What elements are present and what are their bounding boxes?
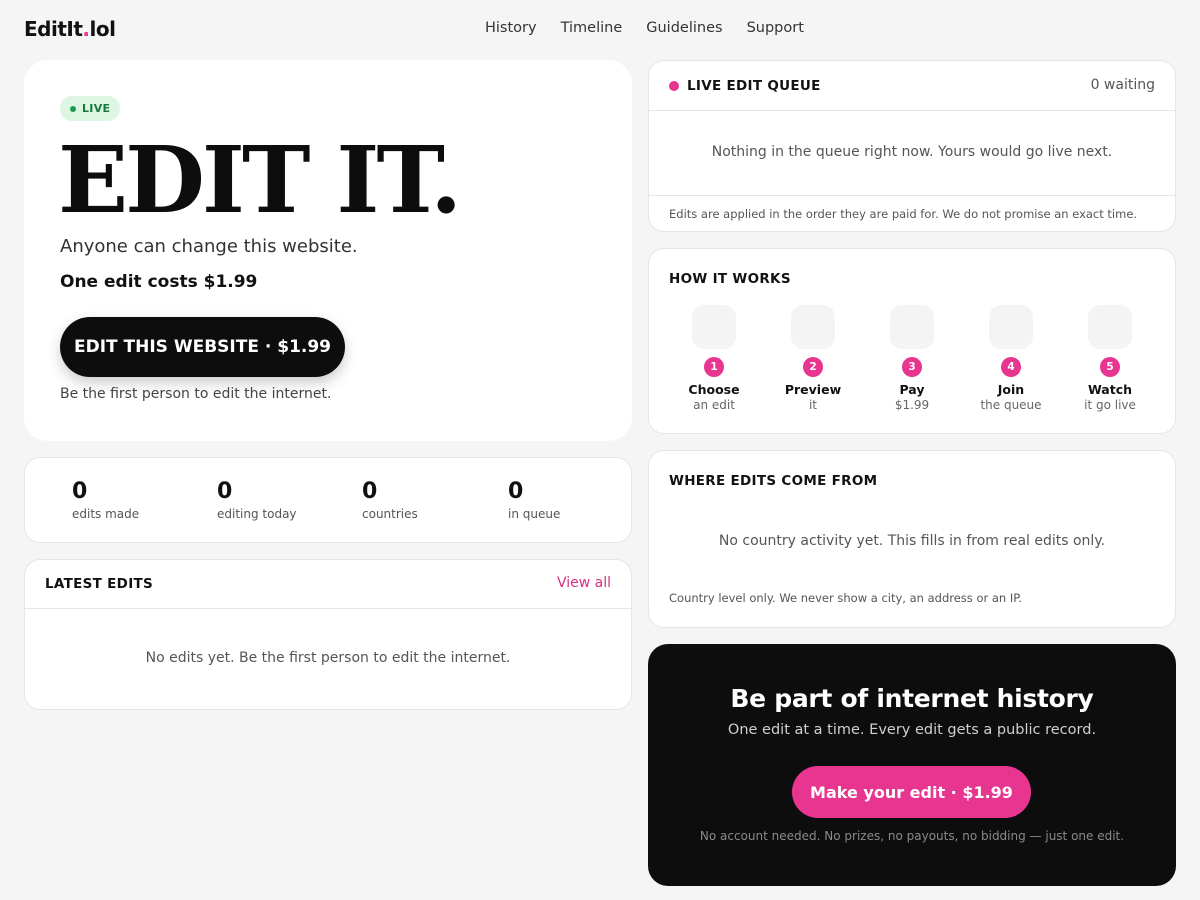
- how-it-works-title: HOW IT WORKS: [669, 271, 791, 287]
- step-subtitle: it: [808, 398, 818, 412]
- nav-support-link[interactable]: Support: [747, 20, 804, 36]
- stat-editing-today: 0 editing today: [217, 478, 297, 521]
- stat-value: 0: [508, 479, 524, 504]
- hero-subtitle: Anyone can change this website.: [60, 236, 358, 257]
- stat-label: countries: [362, 507, 418, 521]
- step-subtitle: an edit: [693, 398, 735, 412]
- hero-card: LIVE EDIT IT. Anyone can change this web…: [24, 60, 632, 441]
- stat-countries: 0 countries: [362, 478, 418, 521]
- step-title: Watch: [1087, 382, 1133, 397]
- where-edits-come-from-card: WHERE EDITS COME FROM No country activit…: [648, 450, 1176, 628]
- hero-price: One edit costs $1.99: [60, 272, 258, 292]
- stat-label: edits made: [72, 507, 140, 521]
- stat-value: 0: [217, 479, 233, 504]
- cta-title: Be part of internet history: [730, 684, 1094, 713]
- stat-label: editing today: [217, 507, 297, 521]
- site-logo[interactable]: EditIt.lol: [24, 17, 116, 41]
- step-join: 4 Join the queue: [961, 305, 1061, 412]
- top-header: EditIt.lol History Timeline Guidelines S…: [0, 0, 1200, 60]
- where-edits-title: WHERE EDITS COME FROM: [669, 473, 878, 489]
- step-number: 4: [1001, 357, 1021, 377]
- step-title: Join: [997, 382, 1025, 397]
- step-icon-placeholder: [1088, 305, 1132, 349]
- cta-footer-note: No account needed. No prizes, no payouts…: [699, 829, 1125, 843]
- latest-edits-empty-message: No edits yet. Be the first person to edi…: [145, 650, 511, 666]
- step-number: 3: [902, 357, 922, 377]
- cta-card: Be part of internet history One edit at …: [648, 644, 1176, 886]
- live-dot-icon: [70, 105, 76, 112]
- step-preview: 2 Preview it: [763, 305, 863, 412]
- logo-name: EditIt: [24, 17, 83, 41]
- step-choose: 1 Choose an edit: [664, 305, 764, 412]
- make-your-edit-button[interactable]: Make your edit · $1.99: [792, 766, 1031, 818]
- step-icon-placeholder: [890, 305, 934, 349]
- step-pay: 3 Pay $1.99: [862, 305, 962, 412]
- step-subtitle: it go live: [1084, 398, 1136, 412]
- queue-empty-message: Nothing in the queue right now. Yours wo…: [711, 144, 1113, 160]
- stat-edits-made: 0 edits made: [72, 478, 139, 521]
- queue-waiting-count: 0 waiting: [1090, 77, 1155, 93]
- hero-note: Be the first person to edit the internet…: [60, 386, 332, 402]
- queue-footer-note: Edits are applied in the order they are …: [669, 207, 1138, 221]
- edit-website-button[interactable]: EDIT THIS WEBSITE · $1.99: [60, 317, 345, 377]
- latest-edits-card: LATEST EDITS View all No edits yet. Be t…: [24, 559, 632, 710]
- where-footer-note: Country level only. We never show a city…: [669, 591, 1023, 605]
- step-title: Preview: [784, 382, 842, 397]
- live-indicator-icon: [669, 81, 679, 91]
- step-subtitle: $1.99: [894, 398, 930, 412]
- step-icon-placeholder: [989, 305, 1033, 349]
- country-activity-empty-message: No country activity yet. This fills in f…: [718, 533, 1106, 549]
- step-number: 2: [803, 357, 823, 377]
- step-icon-placeholder: [692, 305, 736, 349]
- queue-title: LIVE EDIT QUEUE: [687, 78, 821, 94]
- view-all-link[interactable]: View all: [557, 575, 611, 591]
- nav-history-link[interactable]: History: [485, 20, 537, 36]
- step-title: Pay: [899, 382, 925, 397]
- logo-tld: lol: [89, 17, 116, 41]
- step-subtitle: the queue: [980, 398, 1042, 412]
- stat-in-queue: 0 in queue: [508, 478, 560, 521]
- live-badge: LIVE: [60, 96, 121, 121]
- latest-edits-title: LATEST EDITS: [45, 576, 154, 592]
- stat-value: 0: [362, 479, 378, 504]
- step-number: 5: [1100, 357, 1120, 377]
- step-number: 1: [704, 357, 724, 377]
- hero-title: EDIT IT.: [58, 126, 462, 234]
- nav-timeline-link[interactable]: Timeline: [561, 20, 623, 36]
- queue-header: LIVE EDIT QUEUE 0 waiting: [649, 61, 1175, 111]
- latest-edits-header: LATEST EDITS View all: [25, 560, 631, 609]
- stat-value: 0: [72, 479, 88, 504]
- queue-footer: Edits are applied in the order they are …: [649, 195, 1175, 231]
- live-badge-label: LIVE: [82, 102, 111, 115]
- main-nav: History Timeline Guidelines Support: [485, 20, 804, 36]
- stats-card: 0 edits made 0 editing today 0 countries…: [24, 457, 632, 543]
- nav-guidelines-link[interactable]: Guidelines: [646, 20, 722, 36]
- step-icon-placeholder: [791, 305, 835, 349]
- stat-label: in queue: [508, 507, 561, 521]
- live-edit-queue-card: LIVE EDIT QUEUE 0 waiting Nothing in the…: [648, 60, 1176, 232]
- step-watch: 5 Watch it go live: [1060, 305, 1160, 412]
- cta-subtitle: One edit at a time. Every edit gets a pu…: [727, 722, 1097, 738]
- logo-dot: .: [82, 17, 90, 41]
- step-title: Choose: [688, 382, 740, 397]
- how-it-works-card: HOW IT WORKS 1 Choose an edit 2 Preview …: [648, 248, 1176, 434]
